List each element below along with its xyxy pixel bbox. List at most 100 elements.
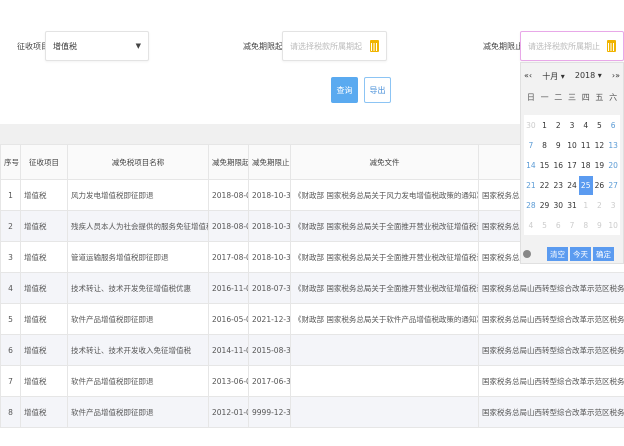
table-row[interactable]: 7增值税软件产品增值税即征即退2013-06-012017-06-30 国家税务总… xyxy=(0,365,624,397)
month-value: 十月 xyxy=(542,72,559,81)
table-cell: 《财政部 国家税务总局关于全面推开营业税改征增值税试点的通知》 财税 xyxy=(290,210,479,242)
table-cell: 6 xyxy=(0,334,21,366)
calendar-day[interactable]: 4 xyxy=(524,216,538,235)
calendar-day[interactable]: 6 xyxy=(606,116,620,135)
table-cell: 风力发电增值税即征即退 xyxy=(67,179,209,211)
calendar-day[interactable]: 31 xyxy=(565,196,579,215)
calendar-day[interactable]: 23 xyxy=(551,176,565,195)
calendar-day[interactable]: 15 xyxy=(538,156,552,175)
chevron-down-icon: ▼ xyxy=(135,42,141,50)
year-select[interactable]: 2018 ▾ xyxy=(575,71,602,82)
table-cell: 2 xyxy=(0,210,21,242)
table-row[interactable]: 8增值税软件产品增值税即征即退2012-01-019999-12-31 国家税务总… xyxy=(0,396,624,428)
calendar-icon[interactable] xyxy=(607,40,616,52)
calendar-day[interactable]: 21 xyxy=(524,176,538,195)
calendar-day[interactable]: 1 xyxy=(579,196,593,215)
table-cell: 2016-05-01 xyxy=(208,303,249,335)
table-cell: 2012-01-01 xyxy=(208,396,249,428)
calendar-day[interactable]: 29 xyxy=(538,196,552,215)
column-header: 减免期限起 xyxy=(208,144,249,180)
calendar-day[interactable]: 5 xyxy=(538,216,552,235)
table-cell: 增值税 xyxy=(20,272,68,304)
query-button[interactable]: 查询 xyxy=(331,77,358,103)
calendar-day[interactable]: 20 xyxy=(606,156,620,175)
export-button[interactable]: 导出 xyxy=(364,77,391,103)
calendar-day[interactable]: 7 xyxy=(524,136,538,155)
calendar-day[interactable]: 9 xyxy=(593,216,607,235)
calendar-day[interactable]: 8 xyxy=(579,216,593,235)
calendar-day[interactable]: 12 xyxy=(593,136,607,155)
calendar-day[interactable]: 7 xyxy=(565,216,579,235)
calendar-day[interactable]: 9 xyxy=(551,136,565,155)
weekday-label: 三 xyxy=(567,93,576,102)
end-date-placeholder: 请选择税款所属期止 xyxy=(528,41,600,51)
next-year-icon[interactable]: ›» xyxy=(612,71,620,82)
calendar-day[interactable]: 18 xyxy=(579,156,593,175)
calendar-day[interactable]: 27 xyxy=(606,176,620,195)
table-cell: 国家税务总局山西转型综合改革示范区税务局 xyxy=(478,334,624,366)
table-row[interactable]: 6增值税技术转让、技术开发收入免征增值税2014-11-012015-08-31… xyxy=(0,334,624,366)
table-cell: 2014-11-01 xyxy=(208,334,249,366)
table-cell: 2018-10-31 xyxy=(248,241,291,273)
clear-button[interactable]: 清空 xyxy=(547,247,568,261)
calendar-day[interactable]: 2 xyxy=(593,196,607,215)
calendar-day[interactable]: 24 xyxy=(565,176,579,195)
calendar-day[interactable]: 30 xyxy=(551,196,565,215)
table-cell: 增值税 xyxy=(20,241,68,273)
prev-year-icon[interactable]: «‹ xyxy=(524,71,532,82)
calendar-day[interactable]: 22 xyxy=(538,176,552,195)
tax-item-value: 增值税 xyxy=(53,41,77,51)
calendar-day[interactable]: 2 xyxy=(551,116,565,135)
table-cell: 《财政部 国家税务总局关于风力发电增值税政策的通知》 财税〔2015〕74号 xyxy=(290,179,479,211)
table-cell: 9999-12-31 xyxy=(248,396,291,428)
calendar-day[interactable]: 26 xyxy=(593,176,607,195)
start-date-input[interactable]: 请选择税款所属期起 xyxy=(282,31,387,61)
calendar-day[interactable]: 16 xyxy=(551,156,565,175)
table-cell: 国家税务总局山西转型综合改革示范区税务局 xyxy=(478,396,624,428)
table-cell: 2018-08-01 xyxy=(208,210,249,242)
calendar-day[interactable]: 25 xyxy=(578,175,593,195)
calendar-day[interactable]: 10 xyxy=(606,216,620,235)
table-cell: 国家税务总局山西转型综合改革示范区税务局 xyxy=(478,365,624,397)
table-cell: 7 xyxy=(0,365,21,397)
table-cell: 2018-08-01 xyxy=(208,179,249,211)
calendar-day[interactable]: 6 xyxy=(551,216,565,235)
calendar-day[interactable]: 10 xyxy=(565,136,579,155)
table-cell: 增值税 xyxy=(20,210,68,242)
calendar-day[interactable]: 14 xyxy=(524,156,538,175)
calendar-day[interactable]: 13 xyxy=(606,136,620,155)
end-date-input[interactable]: 请选择税款所属期止 xyxy=(520,31,624,61)
calendar-day[interactable]: 1 xyxy=(538,116,552,135)
calendar-day[interactable]: 19 xyxy=(593,156,607,175)
calendar-day[interactable]: 28 xyxy=(524,196,538,215)
calendar-day[interactable]: 11 xyxy=(579,136,593,155)
clock-icon[interactable] xyxy=(523,250,531,258)
column-header: 序号 xyxy=(0,144,21,180)
calendar-day[interactable]: 8 xyxy=(538,136,552,155)
confirm-button[interactable]: 确定 xyxy=(593,247,614,261)
calendar-day[interactable]: 4 xyxy=(579,116,593,135)
table-cell xyxy=(290,396,479,428)
calendar-icon[interactable] xyxy=(370,40,379,52)
table-cell: 2017-06-30 xyxy=(248,365,291,397)
month-select[interactable]: 十月 ▾ xyxy=(542,71,565,82)
calendar-day[interactable]: 17 xyxy=(565,156,579,175)
tax-item-select[interactable]: 增值税 ▼ xyxy=(45,31,149,61)
table-cell: 2018-10-31 xyxy=(248,210,291,242)
table-cell: 管道运输服务增值税即征即退 xyxy=(67,241,209,273)
table-cell: 《财政部 国家税务总局关于软件产品增值税政策的通知》 财税〔2011〕100号 xyxy=(290,303,479,335)
calendar-day[interactable]: 3 xyxy=(606,196,620,215)
calendar-day[interactable]: 5 xyxy=(593,116,607,135)
table-cell: 软件产品增值税即征即退 xyxy=(67,396,209,428)
today-button[interactable]: 今天 xyxy=(570,247,591,261)
table-row[interactable]: 4增值税技术转让、技术开发免征增值税优惠2016-11-012018-07-31… xyxy=(0,272,624,304)
table-row[interactable]: 5增值税软件产品增值税即征即退2016-05-012021-12-31《财政部 … xyxy=(0,303,624,335)
table-cell xyxy=(290,365,479,397)
column-header: 减免税项目名称 xyxy=(67,144,209,180)
table-cell: 2017-08-01 xyxy=(208,241,249,273)
table-cell: 残疾人员本人为社会提供的服务免征增值税优惠 xyxy=(67,210,209,242)
calendar-day[interactable]: 30 xyxy=(524,116,538,135)
calendar-day[interactable]: 3 xyxy=(565,116,579,135)
weekday-label: 四 xyxy=(581,93,590,102)
table-cell: 4 xyxy=(0,272,21,304)
